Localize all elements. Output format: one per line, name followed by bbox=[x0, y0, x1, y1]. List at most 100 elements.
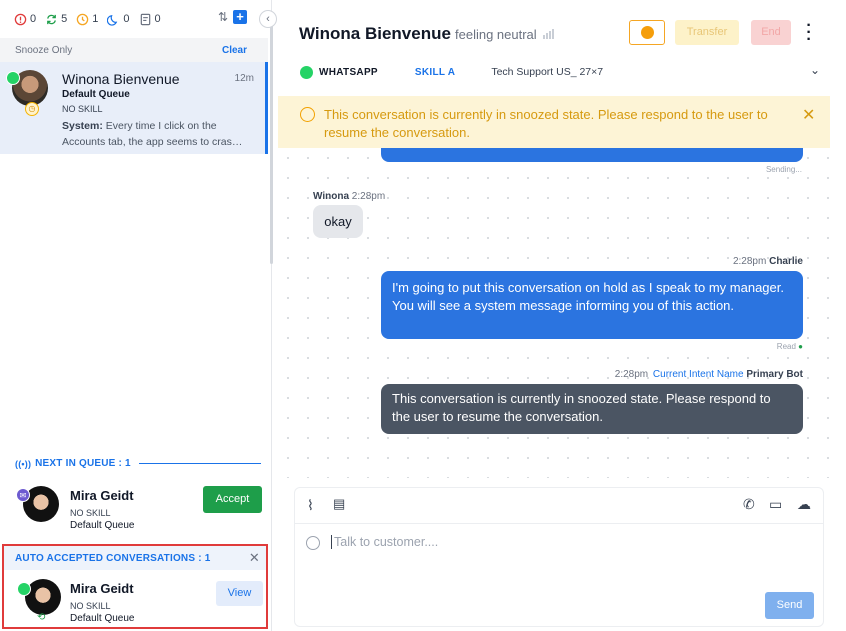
channel-label: WHATSAPP bbox=[300, 65, 378, 79]
message-time: 2:28pm bbox=[614, 369, 649, 380]
next-in-queue-header: ((•)) NEXT IN QUEUE : 1 bbox=[15, 458, 261, 469]
conversation-details-row: WHATSAPP SKILL A Tech Support US_ 27×7 ⌄ bbox=[300, 63, 820, 81]
attachment-icon[interactable]: ⌇ bbox=[307, 497, 314, 514]
message-bubble-bot: This conversation is currently in snooze… bbox=[381, 384, 803, 434]
counter-value: 5 bbox=[61, 13, 68, 25]
accept-button[interactable]: Accept bbox=[203, 486, 262, 513]
note-icon bbox=[140, 13, 150, 25]
chat-panel: Winona Bienvenue feeling neutral Transfe… bbox=[273, 0, 846, 631]
phone-icon[interactable]: ✆ bbox=[743, 496, 755, 513]
list-tools: ⇅ + bbox=[218, 10, 247, 24]
counter-value: 1 bbox=[92, 13, 99, 25]
sending-status: Sending... bbox=[765, 165, 802, 174]
clear-filter-button[interactable]: Clear bbox=[222, 45, 247, 56]
next-in-queue-label: NEXT IN QUEUE : 1 bbox=[35, 458, 131, 469]
conversation-preview: System: Every time I click on the Accoun… bbox=[62, 118, 260, 150]
email-icon: ✉ bbox=[16, 488, 30, 502]
message-meta-bot: 2:28pm Current Intent Name Primary Bot bbox=[615, 369, 803, 380]
broadcast-icon: ((•)) bbox=[15, 458, 32, 469]
sender-name: Winona bbox=[313, 191, 350, 202]
composer-toolbar: ⌇ ▤ ✆ ▭ ☁ bbox=[295, 488, 823, 524]
emoji-icon[interactable] bbox=[306, 536, 320, 550]
counter-value: 0 bbox=[30, 13, 37, 25]
sync-icon: ⟲ bbox=[37, 612, 46, 623]
sender-name: Charlie bbox=[769, 256, 803, 267]
message-time: 2:28pm bbox=[732, 256, 767, 267]
end-button[interactable]: End bbox=[751, 20, 791, 45]
whatsapp-icon bbox=[17, 582, 31, 596]
snooze-filter-bar: Snooze Only Clear bbox=[0, 38, 268, 62]
snooze-icon: ◷ bbox=[25, 102, 39, 116]
queue-customer-skill: NO SKILL bbox=[70, 508, 111, 518]
signal-bars-icon bbox=[543, 27, 555, 42]
new-conversation-button[interactable]: + bbox=[233, 10, 247, 24]
skill-label: SKILL A bbox=[414, 66, 456, 78]
divider bbox=[138, 463, 261, 464]
snooze-filter-label: Snooze Only bbox=[15, 44, 73, 56]
whatsapp-icon bbox=[6, 71, 20, 85]
auto-accepted-header: AUTO ACCEPTED CONVERSATIONS : 1 ✕ bbox=[4, 546, 266, 570]
snooze-icon bbox=[76, 13, 89, 25]
counter-alerts[interactable]: 0 bbox=[14, 13, 36, 26]
channel-name: WHATSAPP bbox=[319, 66, 378, 78]
counter-away[interactable]: 0 bbox=[107, 13, 130, 26]
message-meta-customer: Winona 2:28pm bbox=[313, 191, 385, 202]
read-status: Read ● bbox=[777, 342, 803, 351]
banner-text: This conversation is currently in snooze… bbox=[324, 107, 768, 140]
auto-accepted-section: AUTO ACCEPTED CONVERSATIONS : 1 ✕ ⟲ Mira… bbox=[2, 544, 268, 629]
message-bubble-outgoing bbox=[381, 148, 803, 162]
auto-accepted-label: AUTO ACCEPTED CONVERSATIONS : 1 bbox=[15, 552, 211, 564]
message-list[interactable]: Sending... Winona 2:28pm okay 2:28pm Cha… bbox=[278, 148, 830, 478]
sentiment-label: feeling neutral bbox=[455, 27, 537, 42]
send-button[interactable]: Send bbox=[765, 592, 814, 619]
transfer-button[interactable]: Transfer bbox=[675, 20, 739, 45]
preview-label: System: bbox=[62, 120, 103, 132]
read-label: Read bbox=[776, 342, 796, 351]
avatar bbox=[25, 579, 61, 615]
counter-value: 0 bbox=[123, 13, 130, 25]
moon-icon bbox=[107, 14, 118, 26]
queue-card[interactable]: ✉ Mira Geidt NO SKILL Default Queue Acce… bbox=[0, 478, 268, 540]
queue-customer-name: Mira Geidt bbox=[70, 488, 134, 503]
view-button[interactable]: View bbox=[216, 581, 263, 606]
counter-snoozed[interactable]: 1 bbox=[76, 13, 98, 26]
check-icon: ● bbox=[798, 342, 803, 351]
chevron-down-icon[interactable]: ⌄ bbox=[810, 63, 820, 77]
alert-circle-icon bbox=[14, 13, 27, 25]
sort-icon[interactable]: ⇅ bbox=[218, 10, 228, 24]
counter-active[interactable]: 5 bbox=[45, 13, 67, 26]
counter-notes[interactable]: 0 bbox=[139, 13, 161, 26]
message-bubble-outgoing: I'm going to put this conversation on ho… bbox=[381, 271, 803, 339]
message-composer: ⌇ ▤ ✆ ▭ ☁ Talk to customer.... Send bbox=[294, 487, 824, 627]
message-meta-agent: 2:28pm Charlie bbox=[733, 256, 803, 267]
close-icon[interactable]: ✕ bbox=[249, 550, 260, 566]
queue-label: Tech Support US_ 27×7 bbox=[491, 66, 604, 78]
sender-name: Primary Bot bbox=[746, 369, 803, 380]
chat-header: Winona Bienvenue feeling neutral Transfe… bbox=[273, 0, 846, 96]
message-bubble-incoming: okay bbox=[313, 205, 363, 238]
conversation-card-active[interactable]: ◷ Winona Bienvenue 12m Default Queue NO … bbox=[0, 62, 268, 154]
customer-name: Winona Bienvenue bbox=[299, 24, 451, 43]
auto-customer-name: Mira Geidt bbox=[70, 581, 134, 596]
clock-icon bbox=[300, 107, 315, 122]
conversation-name: Winona Bienvenue bbox=[62, 71, 180, 87]
collapse-panel-button[interactable]: ‹ bbox=[259, 10, 277, 28]
more-options-icon[interactable]: · · · bbox=[802, 18, 816, 48]
video-icon[interactable]: ▭ bbox=[769, 496, 782, 513]
counter-value: 0 bbox=[154, 13, 161, 25]
snooze-button[interactable] bbox=[629, 20, 665, 45]
auto-customer-queue: Default Queue bbox=[70, 613, 135, 624]
sentiment-indicator: feeling neutral bbox=[455, 27, 555, 42]
conversation-skill: NO SKILL bbox=[62, 104, 103, 114]
close-icon[interactable]: ✕ bbox=[802, 105, 815, 125]
whatsapp-icon bbox=[300, 65, 313, 79]
cobrowse-icon[interactable]: ☁ bbox=[797, 496, 811, 513]
snoozed-banner: This conversation is currently in snooze… bbox=[278, 96, 830, 148]
conversation-time: 12m bbox=[234, 73, 254, 84]
snooze-icon bbox=[640, 26, 654, 40]
message-time: 2:28pm bbox=[351, 191, 386, 202]
message-input[interactable]: Talk to customer.... bbox=[331, 535, 438, 549]
queue-customer-queue: Default Queue bbox=[70, 520, 135, 531]
sync-icon bbox=[47, 14, 56, 24]
template-icon[interactable]: ▤ bbox=[333, 496, 345, 512]
